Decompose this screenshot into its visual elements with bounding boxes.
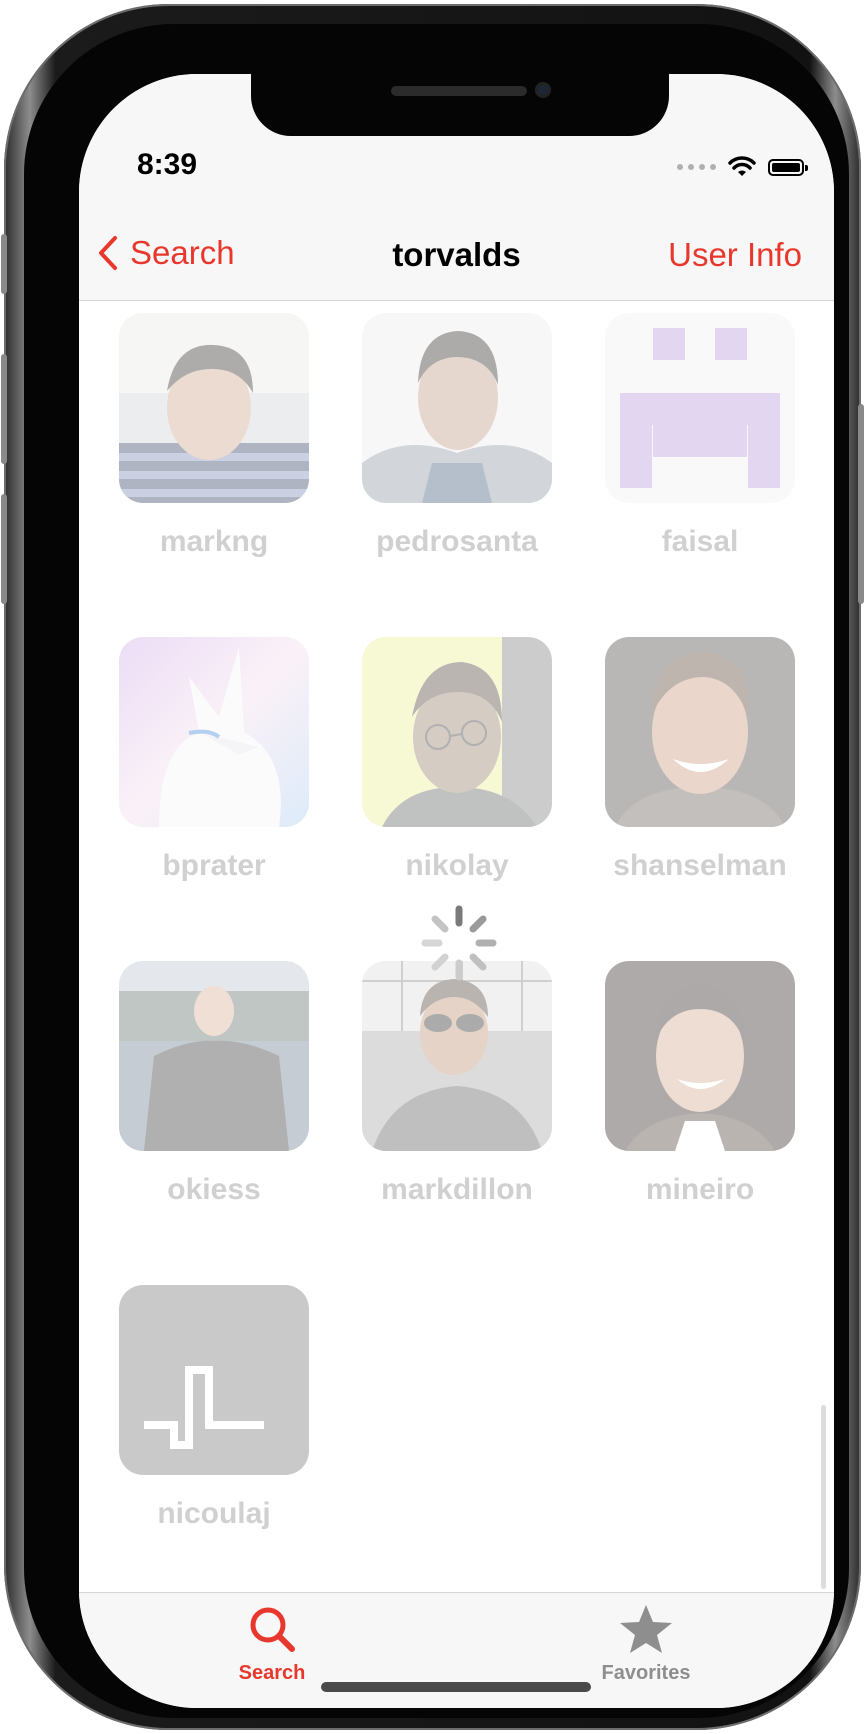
avatar xyxy=(119,313,309,503)
tab-favorites[interactable]: Favorites xyxy=(576,1603,716,1685)
tab-search[interactable]: Search xyxy=(202,1603,342,1685)
user-cell-faisal[interactable]: faisal xyxy=(605,313,795,559)
avatar xyxy=(605,961,795,1151)
username-label: nicoulaj xyxy=(157,1497,271,1530)
username-label: markdillon xyxy=(381,1173,533,1206)
speaker-grille xyxy=(391,86,527,96)
user-cell-pedrosanta[interactable]: pedrosanta xyxy=(362,313,552,559)
mute-switch xyxy=(1,234,7,294)
username-label: mineiro xyxy=(645,1173,755,1206)
username-label: faisal xyxy=(661,525,739,558)
user-cell-shanselman[interactable]: shanselman xyxy=(605,637,795,883)
user-info-button[interactable]: User Info xyxy=(668,236,802,274)
phone-bezel: 8:39 Search torvalds User Info markng pe… xyxy=(24,24,849,1718)
avatar xyxy=(119,961,309,1151)
username-label: bprater xyxy=(162,849,266,882)
user-cell-markng[interactable]: markng xyxy=(119,313,309,559)
username-label: shanselman xyxy=(613,849,787,882)
followers-grid[interactable]: markng pedrosanta faisal bprater nikolay… xyxy=(79,301,834,1592)
notch xyxy=(251,74,669,136)
user-cell-nicoulaj[interactable]: nicoulaj xyxy=(119,1285,309,1531)
user-cell-markdillon[interactable]: markdillon xyxy=(362,961,552,1207)
avatar xyxy=(119,1285,309,1475)
star-icon xyxy=(620,1605,672,1653)
phone-frame: 8:39 Search torvalds User Info markng pe… xyxy=(1,4,864,1730)
tab-favorites-label: Favorites xyxy=(601,1662,691,1684)
search-icon xyxy=(250,1607,295,1652)
avatar xyxy=(362,313,552,503)
wifi-icon xyxy=(728,156,756,176)
username-label: nikolay xyxy=(405,849,509,882)
username-label: markng xyxy=(159,525,269,558)
tab-search-label: Search xyxy=(238,1662,306,1684)
username-label: pedrosanta xyxy=(376,525,538,558)
user-cell-nikolay[interactable]: nikolay xyxy=(362,637,552,883)
user-cell-okiess[interactable]: okiess xyxy=(119,961,309,1207)
volume-down-button xyxy=(1,494,7,604)
loading-spinner-icon xyxy=(421,905,497,981)
user-cell-bprater[interactable]: bprater xyxy=(119,637,309,883)
status-icons xyxy=(677,156,808,178)
front-camera xyxy=(535,82,551,98)
volume-up-button xyxy=(1,354,7,464)
screen: 8:39 Search torvalds User Info markng pe… xyxy=(79,74,834,1708)
avatar xyxy=(605,637,795,827)
scroll-indicator[interactable] xyxy=(821,1405,826,1589)
avatar xyxy=(362,961,552,1151)
home-indicator[interactable] xyxy=(321,1682,591,1692)
status-time: 8:39 xyxy=(137,148,198,181)
navigation-bar: Search torvalds User Info xyxy=(79,182,834,301)
avatar xyxy=(119,637,309,827)
username-label: okiess xyxy=(167,1173,261,1206)
avatar xyxy=(362,637,552,827)
cellular-signal-icon xyxy=(677,164,716,170)
battery-icon xyxy=(768,158,808,176)
avatar xyxy=(605,313,795,503)
user-cell-mineiro[interactable]: mineiro xyxy=(605,961,795,1207)
power-button xyxy=(858,404,864,604)
